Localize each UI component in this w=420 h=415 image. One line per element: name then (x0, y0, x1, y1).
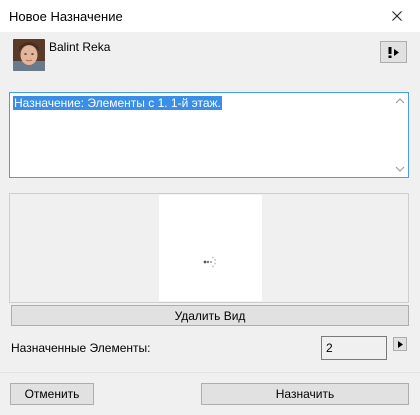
user-avatar-icon (13, 39, 45, 71)
description-text: Назначение: Элементы с 1. 1-й этаж. (13, 96, 222, 110)
user-header: Balint Reka (0, 32, 420, 82)
close-icon (392, 11, 402, 21)
avatar (13, 39, 45, 71)
close-button[interactable] (374, 0, 420, 32)
delete-view-button[interactable]: Удалить Вид (11, 305, 409, 326)
assigned-elements-label: Назначенные Элементы: (11, 341, 151, 355)
textarea-scrollbar[interactable] (392, 93, 408, 177)
show-assigned-button[interactable] (393, 337, 407, 351)
title-bar: Новое Назначение (0, 0, 420, 32)
window-title: Новое Назначение (9, 9, 123, 24)
view-preview-panel (9, 193, 409, 303)
cancel-button[interactable]: Отменить (10, 383, 94, 405)
triangle-right-icon (397, 340, 403, 348)
chevron-down-icon[interactable] (395, 165, 405, 173)
triangle-right-icon (394, 48, 399, 56)
view-canvas (159, 195, 262, 301)
assigned-elements-count: 2 (321, 336, 387, 360)
chevron-up-icon[interactable] (395, 97, 405, 105)
alert-button[interactable] (380, 41, 407, 63)
description-textarea[interactable]: Назначение: Элементы с 1. 1-й этаж. (9, 92, 409, 178)
assign-button[interactable]: Назначить (201, 383, 409, 405)
new-assignment-dialog: Новое Назначение Balint Reka Назначение:… (0, 0, 420, 415)
exclamation-icon (388, 46, 392, 58)
user-name: Balint Reka (49, 40, 111, 54)
loading-spinner-icon (203, 256, 216, 268)
footer-divider (0, 372, 420, 373)
